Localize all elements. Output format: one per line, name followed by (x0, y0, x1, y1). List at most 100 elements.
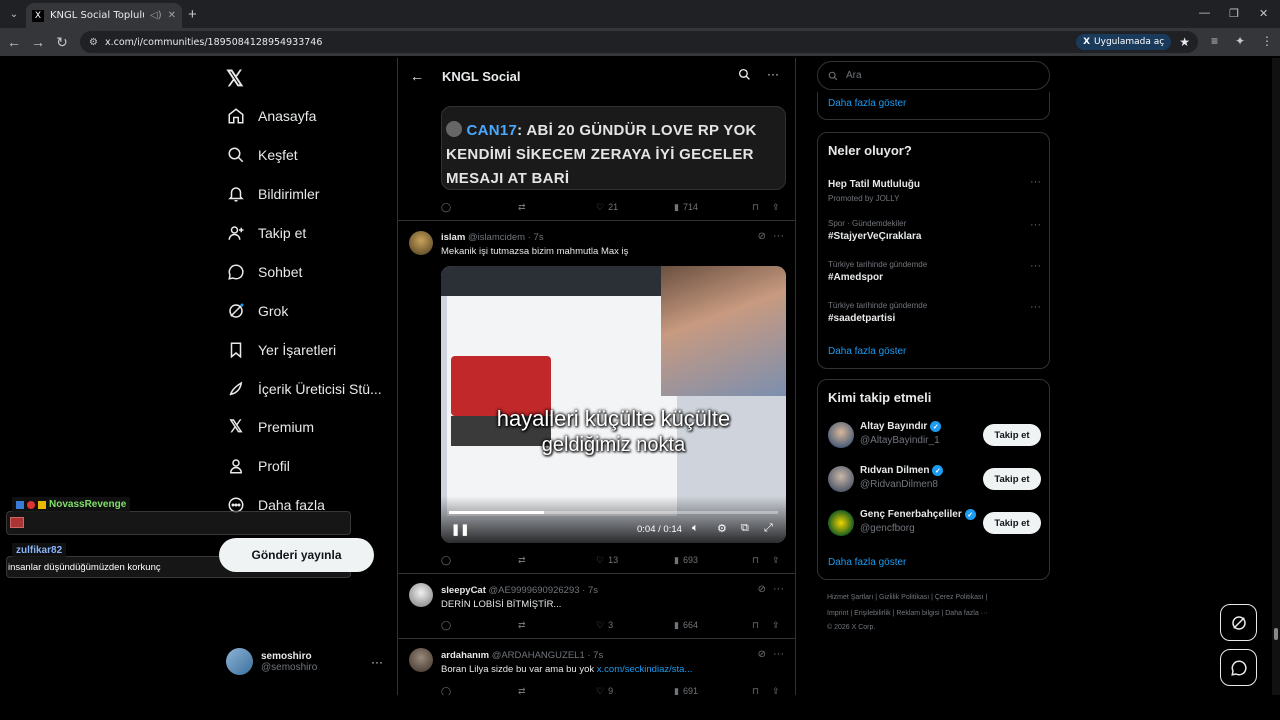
scrollbar-thumb[interactable] (1274, 628, 1278, 640)
bookmark-icon[interactable]: ⊓ (752, 620, 759, 631)
window-close-button[interactable]: ✕ (1259, 7, 1268, 20)
follow-button[interactable]: Takip et (983, 468, 1041, 490)
share-icon[interactable]: ⇪ (772, 686, 780, 696)
like-button[interactable]: ♡ 21 (596, 202, 618, 213)
more-icon[interactable]: ··· (767, 67, 779, 81)
post-button[interactable]: Gönderi yayınla (219, 538, 374, 572)
reply-icon[interactable]: ◯ (441, 620, 451, 631)
grok-icon[interactable]: ⊘ (758, 649, 766, 660)
post-item[interactable]: sleepyCat @AE9999690926293 · 7s ⊘ ··· DE… (398, 574, 795, 638)
grok-icon[interactable]: ⊘ (758, 231, 766, 242)
media-control-icon[interactable]: ≡ (1211, 34, 1218, 48)
views-button[interactable]: ▮ 691 (674, 686, 698, 696)
bookmark-icon[interactable]: ⊓ (752, 555, 759, 566)
like-button[interactable]: ♡ 3 (596, 620, 613, 631)
url-text[interactable]: x.com/i/communities/1895084128954933746 (105, 37, 1076, 48)
reply-icon[interactable]: ◯ (441, 555, 451, 566)
settings-gear-icon[interactable]: ⚙ (717, 522, 727, 535)
nav-item-premium[interactable]: 𝕏 Premium (226, 413, 314, 441)
trend-item[interactable]: Türkiye tarihinde gündemde #saadetpartis… (828, 301, 1041, 324)
reload-button[interactable]: ↻ (54, 34, 70, 51)
trend-item[interactable]: Türkiye tarihinde gündemde #Amedspor ··· (828, 260, 1041, 283)
reply-icon[interactable]: ◯ (441, 686, 451, 696)
browser-menu-icon[interactable]: ⋮ (1261, 34, 1273, 48)
post-more-icon[interactable]: ··· (773, 648, 784, 660)
share-icon[interactable]: ⇪ (772, 202, 780, 213)
grok-fab-button[interactable] (1220, 604, 1257, 641)
tab-close-icon[interactable]: ✕ (168, 10, 176, 21)
nav-item-chat[interactable]: Sohbet (226, 258, 302, 286)
restore-button[interactable]: ❐ (1229, 7, 1239, 20)
forward-button[interactable]: → (30, 34, 46, 50)
omnibox[interactable]: ⚙ x.com/i/communities/189508412895493374… (80, 31, 1198, 53)
views-button[interactable]: ▮ 714 (674, 202, 698, 213)
who-item[interactable]: Altay Bayındır ✓ @AltayBayindir_1 Takip e… (828, 419, 1041, 453)
nav-item-notifications[interactable]: Bildirimler (226, 180, 319, 208)
repost-icon[interactable]: ⇄ (518, 202, 526, 213)
share-icon[interactable]: ⇪ (772, 555, 780, 566)
account-switcher[interactable]: semoshiro @semoshiro (226, 648, 317, 675)
new-tab-button[interactable]: + (188, 6, 197, 23)
nav-item-profile[interactable]: Profil (226, 452, 290, 480)
pip-icon[interactable]: ⧉ (741, 522, 749, 535)
back-button[interactable]: ← (6, 34, 22, 50)
who-item[interactable]: Rıdvan Dilmen ✓ @RidvanDilmen8 Takip et (828, 463, 1041, 497)
pause-icon[interactable]: ❚❚ (451, 523, 469, 536)
trend-more-icon[interactable]: ··· (1030, 260, 1041, 272)
repost-icon[interactable]: ⇄ (518, 620, 526, 631)
post-more-icon[interactable]: ··· (773, 583, 784, 595)
post-item[interactable]: ardahanım @ARDAHANGUZEL1 · 7s ⊘ ··· Bora… (398, 639, 795, 696)
site-info-icon[interactable]: ⚙ (89, 37, 98, 48)
video-player[interactable]: hayalleri küçülte küçülte geldiğimiz nok… (441, 266, 786, 543)
repost-icon[interactable]: ⇄ (518, 555, 526, 566)
browser-tab[interactable]: X KNGL Social Topluluk / X ◁) ✕ (26, 3, 182, 28)
search-icon[interactable] (738, 68, 751, 81)
x-logo-icon[interactable]: 𝕏 (226, 66, 244, 92)
trend-more-icon[interactable]: ··· (1030, 176, 1041, 188)
back-arrow-icon[interactable]: ← (410, 68, 424, 84)
views-button[interactable]: ▮ 664 (674, 620, 698, 631)
page-scrollbar[interactable] (1272, 58, 1280, 695)
like-button[interactable]: ♡ 9 (596, 686, 613, 696)
speaker-icon[interactable]: ◁) (150, 10, 162, 21)
follow-button[interactable]: Takip et (983, 424, 1041, 446)
trend-item[interactable]: Hep Tatil Mutluluğu Promoted by JOLLY ··… (828, 176, 1041, 203)
who-show-more-link[interactable]: Daha fazla göster (828, 557, 906, 568)
views-button[interactable]: ▮ 693 (674, 555, 698, 566)
trend-item[interactable]: Spor · Gündemdekiler #StajyerVeÇıraklara… (828, 219, 1041, 242)
reply-icon[interactable]: ◯ (441, 202, 451, 213)
volume-icon[interactable]: 🔈︎ (692, 522, 699, 535)
post-link[interactable]: x.com/seckindiaz/sta... (597, 664, 693, 675)
nav-item-explore[interactable]: Keşfet (226, 141, 298, 169)
post-more-icon[interactable]: ··· (773, 230, 784, 242)
chat-fab-button[interactable] (1220, 649, 1257, 686)
quoted-post[interactable]: CAN17: ABİ 20 GÜNDÜR LOVE RP YOK KENDİMİ… (441, 106, 786, 190)
repost-icon[interactable]: ⇄ (518, 686, 526, 696)
video-progress-track[interactable] (449, 511, 778, 514)
extensions-icon[interactable]: ✦ (1235, 34, 1245, 48)
minimize-button[interactable]: — (1199, 7, 1210, 19)
nav-item-home[interactable]: Anasayfa (226, 102, 316, 130)
nav-item-follow[interactable]: Takip et (226, 219, 306, 247)
like-button[interactable]: ♡ 13 (596, 555, 618, 566)
trends-show-more-link[interactable]: Daha fazla göster (828, 346, 906, 357)
follow-button[interactable]: Takip et (983, 512, 1041, 534)
grok-icon[interactable]: ⊘ (758, 584, 766, 595)
open-in-app-button[interactable]: X Uygulamada aç (1076, 34, 1172, 50)
nav-item-creator-studio[interactable]: İçerik Üreticisi Stü... (226, 375, 382, 403)
bookmark-star-icon[interactable]: ★ (1179, 35, 1190, 49)
post-item[interactable]: islam @islamcidem · 7s ⊘ ··· Mekanik işi… (398, 221, 795, 573)
who-item[interactable]: Genç Fenerbahçeliler ✓ @gencfborg Takip e… (828, 507, 1041, 541)
nav-item-bookmarks[interactable]: Yer İşaretleri (226, 336, 336, 364)
nav-item-grok[interactable]: Grok (226, 297, 288, 325)
footer-links[interactable]: Imprint | Erişilebilirlik | Reklam bilgi… (827, 610, 988, 617)
trend-more-icon[interactable]: ··· (1030, 219, 1041, 231)
share-icon[interactable]: ⇪ (772, 620, 780, 631)
bookmark-icon[interactable]: ⊓ (752, 686, 759, 696)
bookmark-icon[interactable]: ⊓ (752, 202, 759, 213)
tab-search-button[interactable]: ⌄ (5, 5, 23, 23)
search-box[interactable]: Ara (817, 61, 1050, 90)
fullscreen-icon[interactable]: ⤢ (764, 522, 773, 535)
footer-links[interactable]: Hizmet Şartları | Gizlilik Politikası | … (827, 594, 987, 601)
account-more-icon[interactable]: ··· (371, 655, 383, 669)
